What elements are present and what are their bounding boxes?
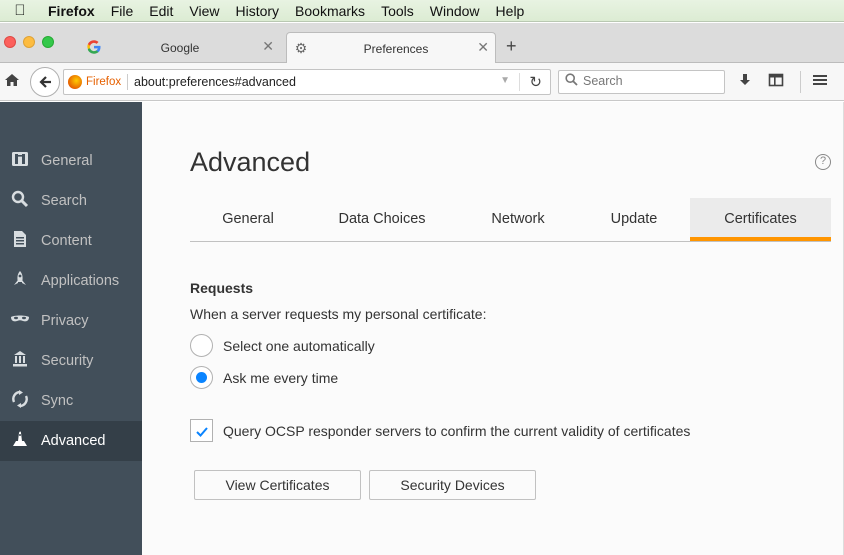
radio-button[interactable] [190,366,213,389]
menu-window[interactable]: Window [422,0,488,22]
tab-update[interactable]: Update [578,198,690,241]
reload-icon[interactable]: ↻ [529,73,542,91]
download-icon[interactable] [737,72,753,94]
advanced-icon [10,430,30,453]
window-maximize-button[interactable] [42,36,54,48]
help-icon[interactable]: ? [815,154,831,170]
navigation-toolbar: Firefox about:preferences#advanced ▼ ↻ [0,63,844,101]
window-close-button[interactable] [4,36,16,48]
home-icon[interactable] [4,72,20,94]
sidebar-item-applications[interactable]: Applications [0,261,142,301]
url-bar[interactable]: Firefox about:preferences#advanced ▼ ↻ [63,69,551,95]
menu-history[interactable]: History [227,0,287,22]
ocsp-label: Query OCSP responder servers to confirm … [223,422,691,439]
security-icon [10,350,30,373]
radio-button[interactable] [190,334,213,357]
menu-help[interactable]: Help [488,0,533,22]
identity-label: Firefox [86,76,122,88]
radio-label: Ask me every time [223,369,339,386]
browser-tab-google[interactable]: Google ✕ [80,32,280,63]
content-icon [10,230,30,253]
apple-menu-icon[interactable]:  [0,2,40,19]
privacy-mask-icon [10,310,30,333]
new-tab-button[interactable]: + [506,37,517,55]
tab-certificates[interactable]: Certificates [690,198,831,241]
menu-file[interactable]: File [103,0,142,22]
firefox-logo-icon [68,75,82,89]
search-bar[interactable] [558,70,725,94]
identity-box[interactable]: Firefox [68,75,121,89]
close-tab-icon[interactable]: ✕ [262,38,274,55]
sidebar-item-label: Sync [41,393,74,409]
page-title: Advanced [190,147,311,177]
sidebar-item-label: General [41,153,93,169]
preferences-main-pane: Advanced ? General Data Choices Network … [142,102,844,555]
tab-general[interactable]: General [190,198,306,241]
sidebar-item-label: Applications [41,273,120,289]
tab-label: Preferences [363,42,429,56]
sidebar-item-privacy[interactable]: Privacy [0,301,142,341]
google-icon [86,39,102,55]
sidebar-item-content[interactable]: Content [0,221,142,261]
search-icon [565,73,578,89]
sidebar-item-sync[interactable]: Sync [0,381,142,421]
menu-firefox[interactable]: Firefox [40,0,103,22]
menu-edit[interactable]: Edit [141,0,181,22]
radio-ask-every-time[interactable]: Ask me every time [190,366,338,389]
search-input[interactable] [583,74,718,88]
menu-view[interactable]: View [181,0,227,22]
ocsp-checkbox[interactable] [190,419,213,442]
sidebar-item-label: Search [41,193,87,209]
requests-description: When a server requests my personal certi… [190,306,487,322]
close-tab-icon[interactable]: ✕ [477,39,489,56]
search-icon [10,190,30,213]
sidebar-item-label: Privacy [41,313,89,329]
radio-label: Select one automatically [223,337,375,354]
browser-tab-preferences[interactable]: ⚙ Preferences ✕ [286,32,496,64]
sidebar-item-general[interactable]: General [0,141,142,181]
general-icon [10,150,30,173]
tab-network[interactable]: Network [458,198,578,241]
requests-heading: Requests [190,280,254,296]
tab-data-choices[interactable]: Data Choices [306,198,458,241]
gear-icon: ⚙ [294,40,308,56]
divider [127,74,128,90]
tab-strip: Google ✕ ⚙ Preferences ✕ + [0,23,844,64]
ocsp-option[interactable]: Query OCSP responder servers to confirm … [190,419,690,442]
menu-tools[interactable]: Tools [373,0,422,22]
radio-select-automatically[interactable]: Select one automatically [190,334,375,357]
back-button[interactable] [30,67,60,97]
security-devices-button[interactable]: Security Devices [369,470,536,500]
hamburger-menu-icon[interactable] [812,72,828,94]
macos-menubar:  Firefox File Edit View History Bookmar… [0,0,844,22]
sidebar-item-security[interactable]: Security [0,341,142,381]
menu-bookmarks[interactable]: Bookmarks [287,0,373,22]
sidebar-item-advanced[interactable]: Advanced [0,421,142,461]
tab-label: Google [160,41,200,55]
divider [800,71,801,93]
applications-icon [10,270,30,293]
sidebar-item-label: Content [41,233,92,249]
window-minimize-button[interactable] [23,36,35,48]
sidebar-item-search[interactable]: Search [0,181,142,221]
preferences-sidebar: General Search Content Applications Priv… [0,102,142,555]
sidebar-item-label: Advanced [41,433,106,449]
advanced-tabs: General Data Choices Network Update Cert… [190,198,831,242]
sidebar-item-label: Security [41,353,94,369]
url-text[interactable]: about:preferences#advanced [134,75,296,89]
sync-icon [10,389,30,413]
view-certificates-button[interactable]: View Certificates [194,470,361,500]
divider [519,73,520,91]
sidebar-toggle-icon[interactable] [768,72,784,94]
url-dropdown-icon[interactable]: ▼ [500,75,510,86]
